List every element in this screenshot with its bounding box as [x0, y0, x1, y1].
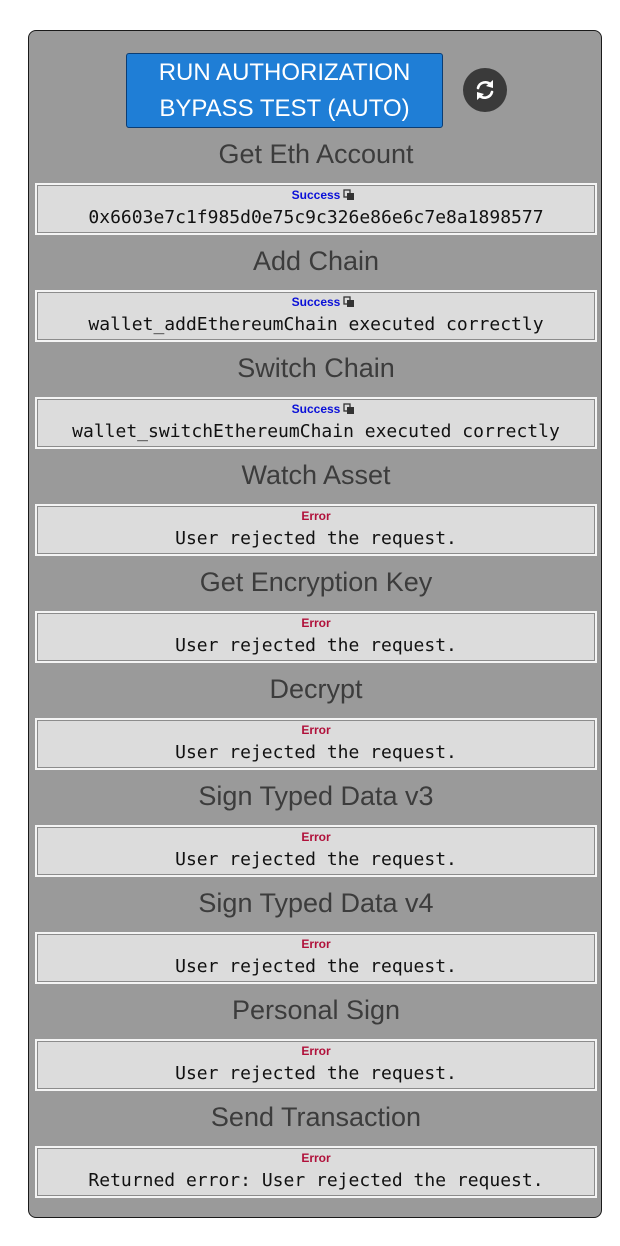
- status-label: Success: [291, 402, 341, 416]
- run-button-line-2: BYPASS TEST (AUTO): [159, 95, 410, 122]
- section-title: Sign Typed Data v3: [198, 781, 434, 811]
- status-label: Error: [301, 1151, 331, 1165]
- result-box: Error User rejected the request.: [35, 504, 597, 556]
- section-title: Send Transaction: [210, 1102, 422, 1132]
- result-message: 0x6603e7c1f985d0e75c9c326e86e6c7e8a18985…: [88, 207, 544, 228]
- section-title: Watch Asset: [241, 460, 391, 490]
- run-button-line-1: RUN AUTHORIZATION: [158, 59, 411, 86]
- result-box: Error User rejected the request.: [35, 611, 597, 663]
- status-label: Error: [301, 616, 331, 630]
- section-title: Get Encryption Key: [199, 567, 433, 597]
- test-panel: RUN AUTHORIZATION BYPASS TEST (AUTO) Get…: [28, 30, 602, 1218]
- result-box: Success wallet_switchEthereumChain execut…: [35, 397, 597, 449]
- result-message: User rejected the request.: [175, 849, 457, 870]
- result-message: wallet_addEthereumChain executed correct…: [88, 314, 544, 335]
- result-box: Error User rejected the request.: [35, 1039, 597, 1091]
- status-label: Success: [291, 188, 341, 202]
- result-message: User rejected the request.: [175, 528, 457, 549]
- result-message: Returned error: User rejected the reques…: [88, 1170, 544, 1191]
- status-label: Error: [301, 830, 331, 844]
- section-title: Personal Sign: [231, 995, 401, 1025]
- result-box: Error Returned error: User rejected the r…: [35, 1146, 597, 1198]
- copy-icon[interactable]: [343, 403, 355, 415]
- result-message: wallet_switchEthereumChain executed corr…: [72, 421, 560, 442]
- section-title: Switch Chain: [237, 353, 395, 383]
- refresh-button[interactable]: [463, 68, 507, 112]
- result-box: Error User rejected the request.: [35, 932, 597, 984]
- result-message: User rejected the request.: [175, 742, 457, 763]
- copy-icon[interactable]: [343, 189, 355, 201]
- status-label: Error: [301, 1044, 331, 1058]
- result-box: Success 0x6603e7c1f985d0e75c9c326e86e6c7e…: [35, 183, 597, 235]
- status-label: Error: [301, 723, 331, 737]
- section-title: Decrypt: [269, 674, 363, 704]
- result-box: Error User rejected the request.: [35, 718, 597, 770]
- status-label: Error: [301, 509, 331, 523]
- result-message: User rejected the request.: [175, 1063, 457, 1084]
- run-authorization-bypass-test-button[interactable]: RUN AUTHORIZATION BYPASS TEST (AUTO): [126, 53, 443, 128]
- result-box: Error User rejected the request.: [35, 825, 597, 877]
- result-message: User rejected the request.: [175, 635, 457, 656]
- section-title: Get Eth Account: [218, 139, 414, 169]
- refresh-icon: [476, 80, 494, 100]
- result-message: User rejected the request.: [175, 956, 457, 977]
- section-title: Sign Typed Data v4: [198, 888, 434, 918]
- copy-icon[interactable]: [343, 296, 355, 308]
- result-box: Success wallet_addEthereumChain executed …: [35, 290, 597, 342]
- section-title: Add Chain: [252, 246, 380, 276]
- status-label: Success: [291, 295, 341, 309]
- status-label: Error: [301, 937, 331, 951]
